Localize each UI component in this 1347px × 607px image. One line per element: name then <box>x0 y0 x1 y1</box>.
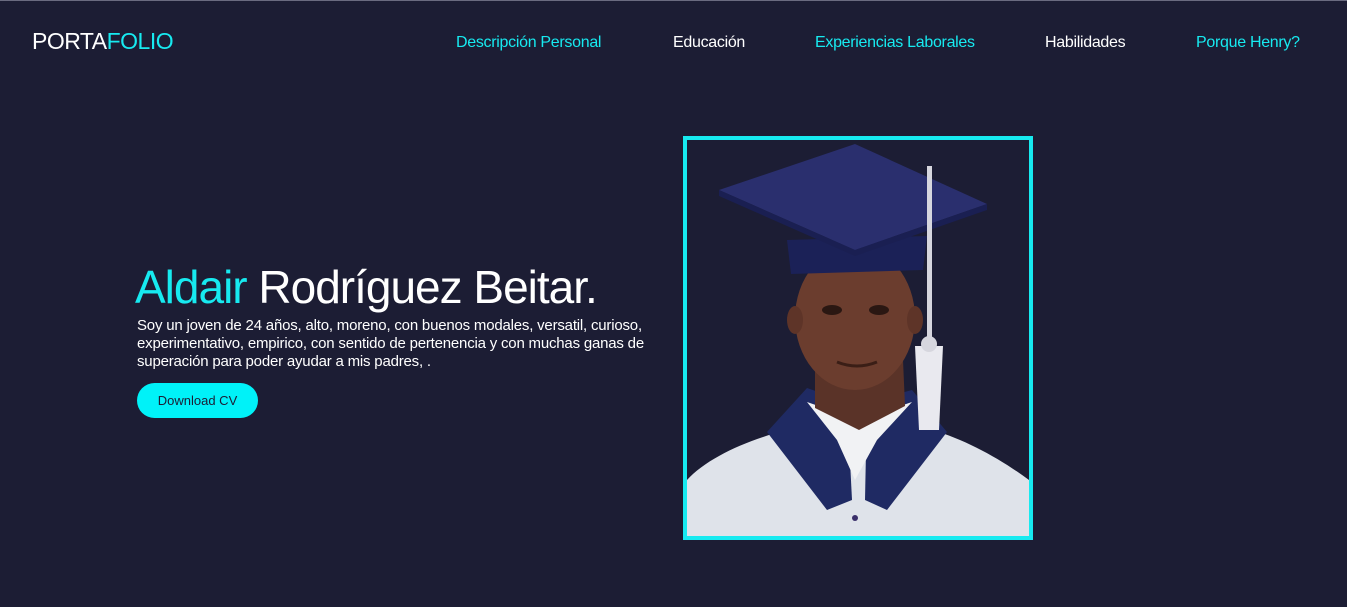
nav-link-descripcion-personal[interactable]: Descripción Personal <box>456 34 601 52</box>
hero-last-name: Rodríguez Beitar. <box>246 261 597 313</box>
profile-photo <box>683 136 1033 540</box>
graduate-portrait-image <box>687 140 1029 536</box>
hero-name-heading: Aldair Rodríguez Beitar. <box>135 261 598 313</box>
hero-first-name: Aldair <box>135 261 248 313</box>
logo-part-folio: FOLIO <box>106 28 174 54</box>
logo-part-porta: PORTA <box>32 28 107 54</box>
hero-description: Soy un joven de 24 años, alto, moreno, c… <box>137 317 644 370</box>
portfolio-page: PORTAFOLIO Descripción Personal Educació… <box>0 0 1347 607</box>
nav-link-habilidades[interactable]: Habilidades <box>1045 34 1126 52</box>
nav-link-porque-henry[interactable]: Porque Henry? <box>1196 34 1300 52</box>
download-cv-button[interactable]: Download CV <box>137 383 258 418</box>
nav-link-experiencias-laborales[interactable]: Experiencias Laborales <box>815 34 975 52</box>
site-logo[interactable]: PORTAFOLIO <box>32 27 174 55</box>
nav-link-educacion[interactable]: Educación <box>673 34 745 52</box>
